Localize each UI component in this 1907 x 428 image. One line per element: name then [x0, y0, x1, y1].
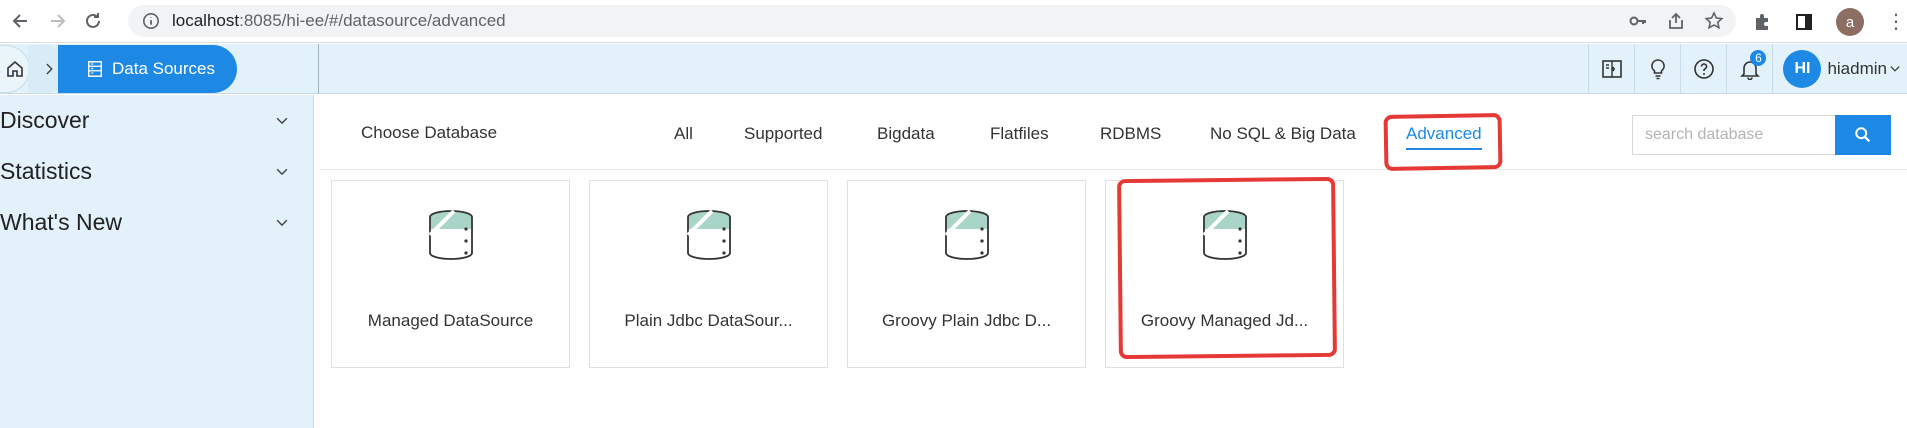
help-button[interactable] — [1680, 44, 1726, 94]
breadcrumb-label: Data Sources — [112, 59, 215, 78]
sidebar-item-label: Discover — [0, 107, 90, 133]
tab-rdbms[interactable]: RDBMS — [1100, 124, 1161, 144]
highlight-annotation-advanced — [1383, 112, 1503, 172]
reload-icon — [86, 13, 100, 28]
panel-toggle-button[interactable] — [1588, 44, 1634, 94]
app-header: Data Sources 6 HI hiadmin — [0, 44, 1907, 94]
tab-supported[interactable]: Supported — [744, 124, 822, 144]
more-menu-icon[interactable]: ⋮ — [1886, 12, 1906, 32]
bookmark-star-icon[interactable] — [1704, 11, 1724, 31]
tab-bigdata[interactable]: Bigdata — [877, 124, 935, 144]
breadcrumb-data-sources[interactable]: Data Sources — [58, 45, 237, 93]
tab-all[interactable]: All — [674, 124, 693, 144]
main-content: Choose Database All Supported Bigdata Fl… — [320, 100, 1907, 428]
tips-button[interactable] — [1634, 44, 1680, 94]
url-host: localhost — [172, 11, 240, 30]
share-icon[interactable] — [1666, 11, 1686, 31]
database-icon — [944, 209, 989, 260]
datasource-list-icon — [87, 61, 103, 77]
search-box — [1632, 115, 1891, 155]
sidebar-item-whats-new[interactable]: What's New — [0, 197, 313, 248]
sidebar-item-label: What's New — [0, 209, 122, 235]
browser-toolbar: localhost:8085/hi-ee/#/datasource/advanc… — [0, 0, 1907, 43]
extensions-puzzle-icon[interactable] — [1752, 12, 1772, 32]
tab-nosql-bigdata[interactable]: No SQL & Big Data — [1210, 124, 1356, 144]
sidebar-item-statistics[interactable]: Statistics — [0, 146, 313, 197]
notifications-button[interactable]: 6 — [1726, 44, 1772, 94]
search-database-input[interactable] — [1632, 115, 1835, 155]
card-label: Groovy Plain Jdbc D... — [881, 311, 1052, 330]
back-button[interactable] — [6, 6, 36, 36]
arrow-left-icon — [12, 14, 27, 28]
chevron-down-icon — [1890, 66, 1900, 72]
home-button[interactable] — [0, 45, 30, 93]
search-icon — [1855, 127, 1871, 143]
chevron-right-icon — [46, 63, 53, 75]
lightbulb-icon — [1651, 59, 1665, 80]
user-avatar: HI — [1783, 50, 1822, 88]
chevron-down-icon — [276, 117, 288, 124]
card-plain-jdbc-datasource[interactable]: Plain Jdbc DataSour... — [589, 180, 828, 368]
sidebar: Discover Statistics What's New — [0, 95, 314, 428]
card-label: Managed DataSource — [367, 311, 534, 330]
database-icon — [686, 209, 731, 260]
tab-flatfiles[interactable]: Flatfiles — [990, 124, 1049, 144]
chevron-down-icon — [276, 168, 288, 175]
book-panel-icon — [1602, 60, 1622, 78]
notification-count-badge: 6 — [1750, 50, 1767, 66]
forward-button[interactable] — [42, 6, 72, 36]
breadcrumb: Data Sources — [0, 44, 237, 94]
browser-profile-avatar[interactable]: a — [1836, 8, 1864, 36]
sidebar-item-label: Statistics — [0, 158, 93, 184]
url-path: :8085/hi-ee/#/datasource/advanced — [239, 11, 506, 30]
choose-database-label: Choose Database — [361, 123, 498, 142]
side-panel-icon[interactable] — [1794, 12, 1814, 32]
search-button[interactable] — [1835, 115, 1891, 155]
highlight-annotation-groovy-managed — [1117, 176, 1337, 360]
key-icon[interactable] — [1628, 11, 1648, 31]
arrow-right-icon — [51, 14, 66, 28]
database-icon — [428, 209, 473, 260]
user-menu[interactable]: HI hiadmin — [1772, 44, 1907, 94]
address-bar[interactable]: localhost:8085/hi-ee/#/datasource/advanc… — [128, 5, 1736, 37]
home-icon — [6, 60, 23, 77]
chevron-down-icon — [276, 219, 288, 226]
reload-button[interactable] — [78, 6, 108, 36]
card-groovy-plain-jdbc[interactable]: Groovy Plain Jdbc D... — [847, 180, 1086, 368]
card-label: Plain Jdbc DataSour... — [624, 311, 793, 330]
info-icon — [142, 12, 160, 30]
header-divider — [318, 44, 319, 94]
card-managed-datasource[interactable]: Managed DataSource — [331, 180, 570, 368]
user-name: hiadmin — [1827, 59, 1887, 78]
sidebar-item-discover[interactable]: Discover — [0, 95, 313, 146]
question-circle-icon — [1694, 59, 1714, 79]
database-filter-bar: Choose Database All Supported Bigdata Fl… — [320, 100, 1907, 170]
